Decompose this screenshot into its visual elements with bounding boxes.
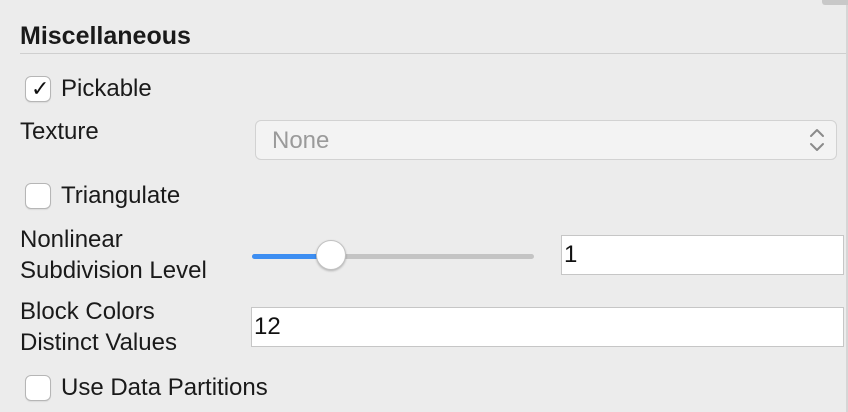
use-data-partitions-checkbox[interactable] <box>25 375 51 401</box>
triangulate-checkbox[interactable] <box>25 183 51 209</box>
pickable-checkbox[interactable]: ✓ <box>25 76 51 102</box>
block-colors-label-line1: Block Colors <box>20 298 155 325</box>
checkmark-icon: ✓ <box>31 76 50 101</box>
nonlinear-label-line2: Subdivision Level <box>20 257 207 284</box>
texture-select-value: None <box>272 127 330 154</box>
nonlinear-label-line1: Nonlinear <box>20 226 123 253</box>
properties-panel: Miscellaneous ✓ Pickable Texture None Tr… <box>0 0 848 412</box>
subdivision-slider-track[interactable] <box>252 254 534 259</box>
section-divider <box>20 53 846 54</box>
subdivision-slider-knob[interactable] <box>315 240 346 270</box>
block-colors-input[interactable] <box>251 307 844 347</box>
pickable-label: Pickable <box>61 75 152 102</box>
triangulate-label: Triangulate <box>61 182 181 209</box>
chevron-updown-icon <box>810 129 824 151</box>
section-title: Miscellaneous <box>20 22 191 50</box>
scrollbar-thumb[interactable] <box>822 0 848 5</box>
use-data-partitions-label: Use Data Partitions <box>61 374 268 401</box>
block-colors-label-line2: Distinct Values <box>20 329 177 356</box>
subdivision-level-input[interactable] <box>561 235 844 275</box>
texture-label: Texture <box>20 118 99 145</box>
texture-select[interactable]: None <box>255 120 837 160</box>
